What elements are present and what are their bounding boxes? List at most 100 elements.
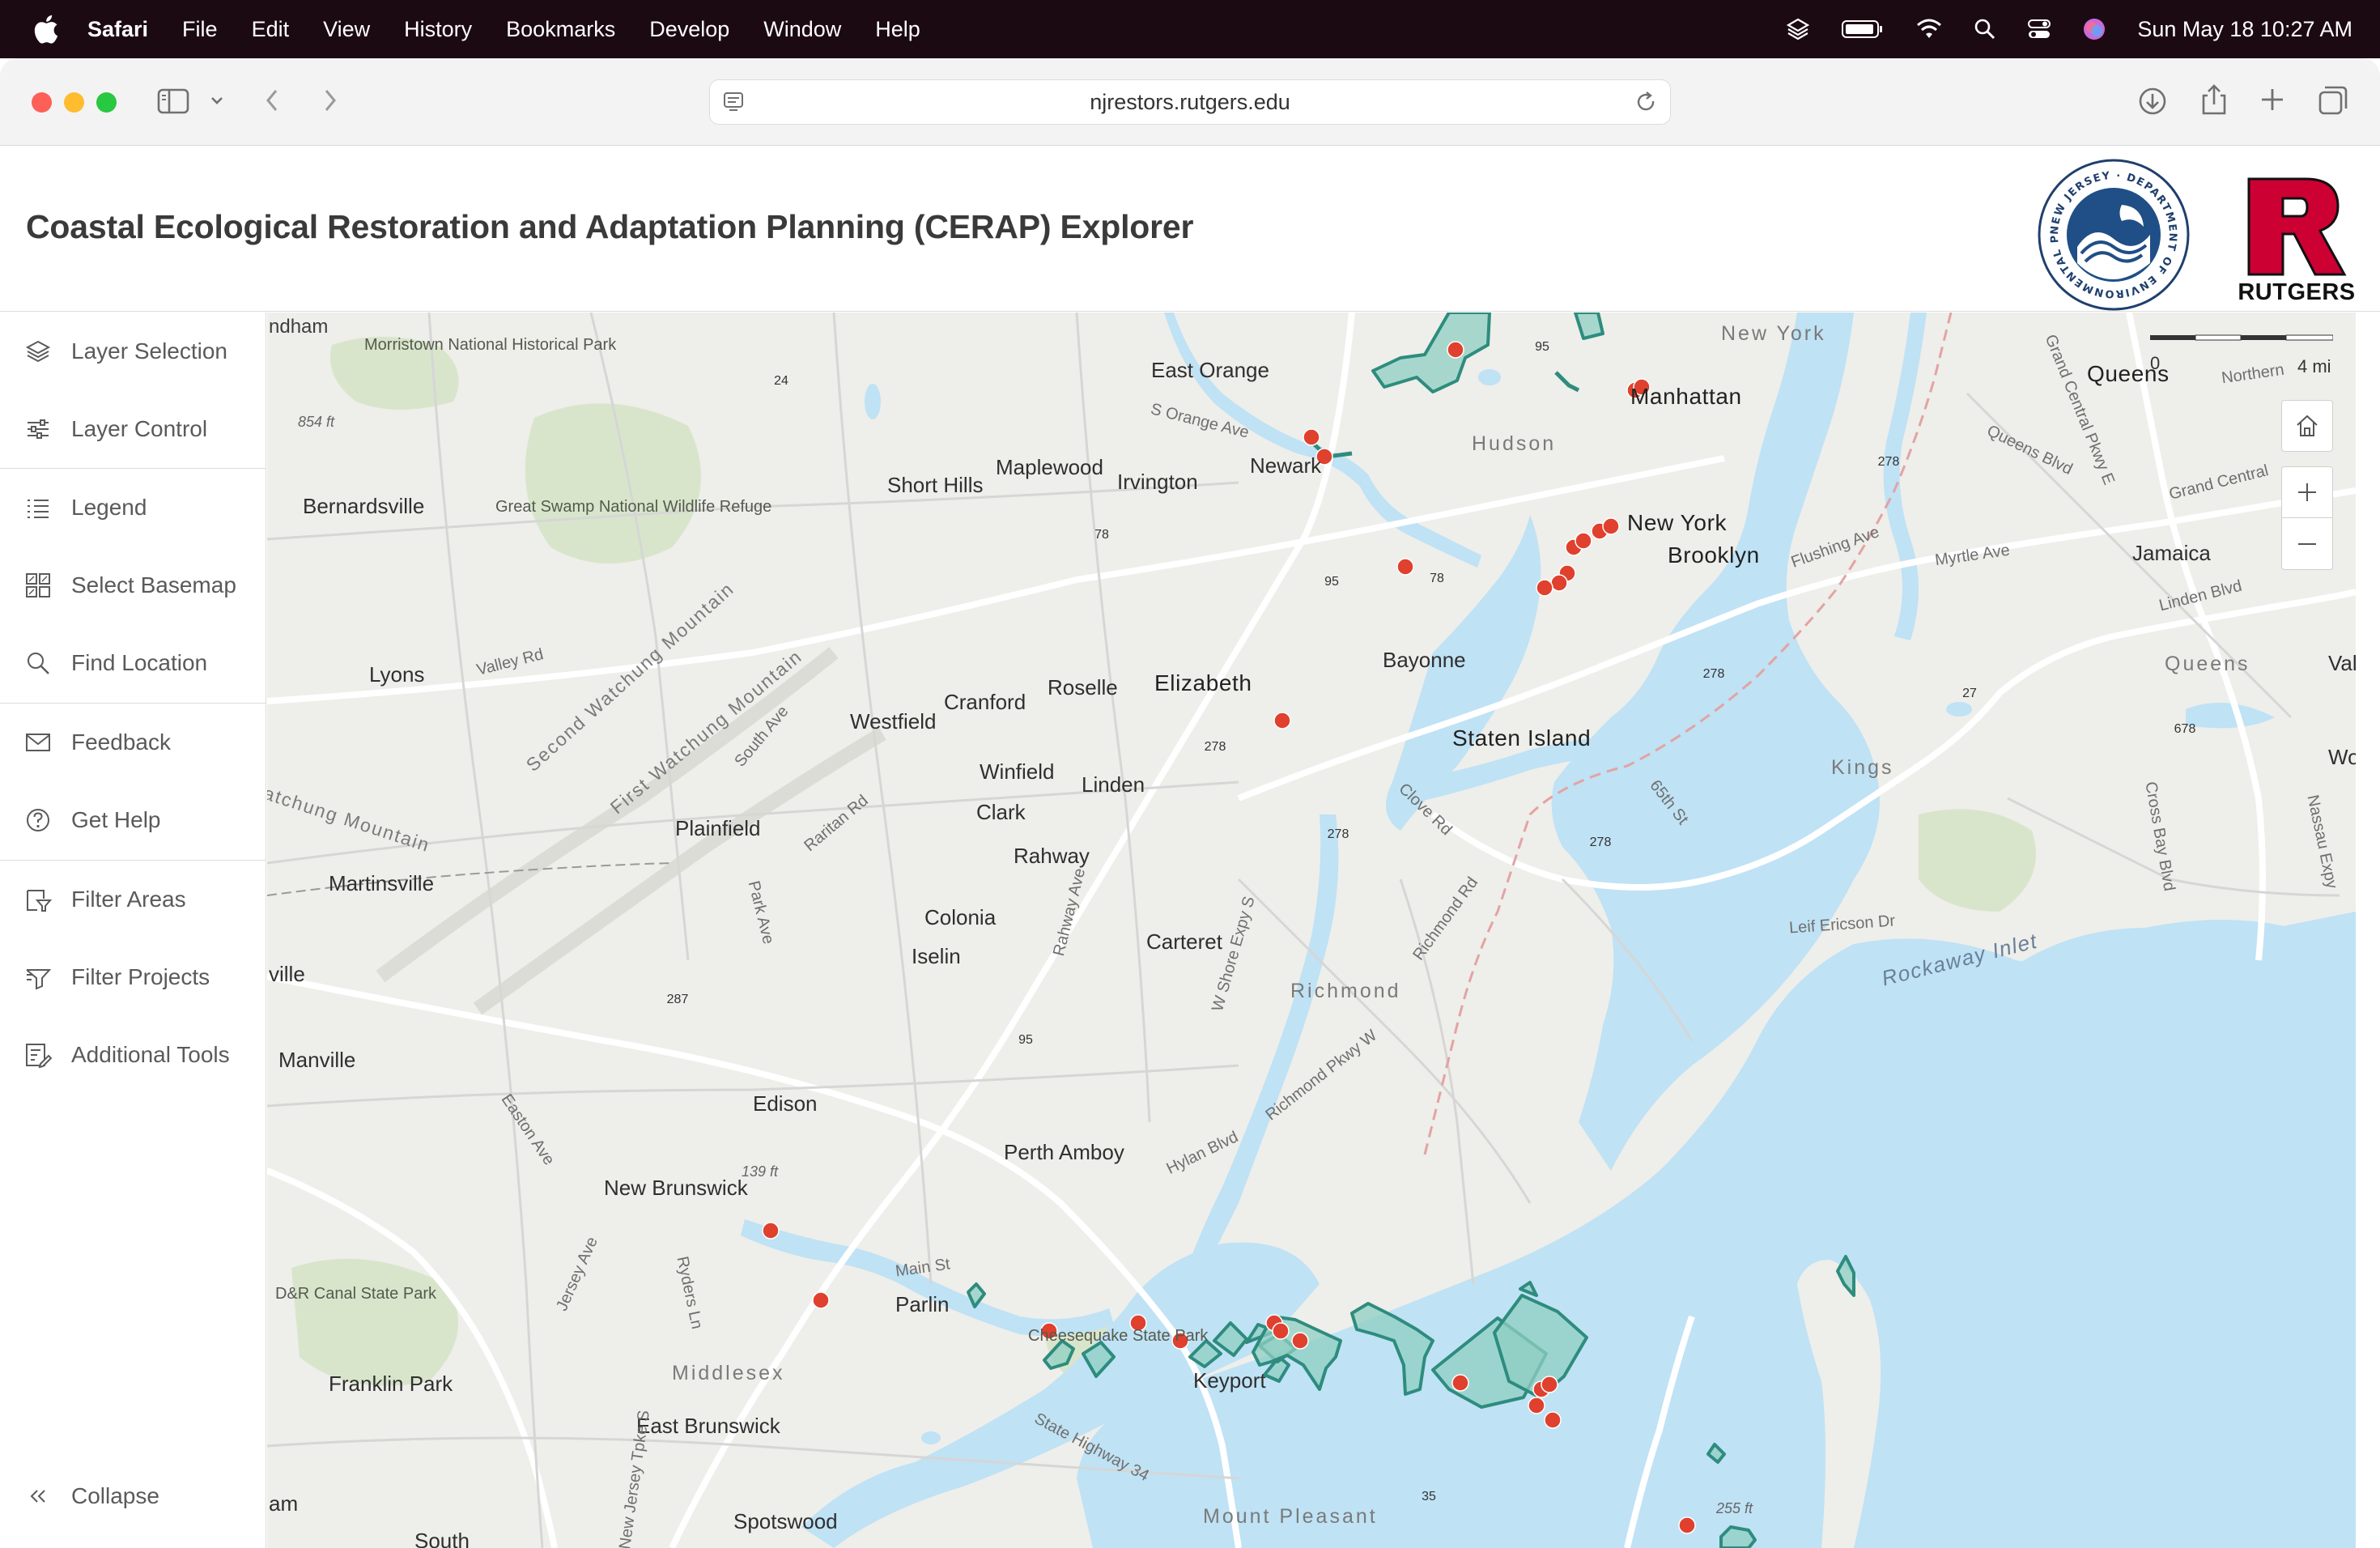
url-text[interactable]: njrestors.rutgers.edu bbox=[1090, 90, 1290, 115]
map-label-elevation: 255 ft bbox=[1716, 1500, 1753, 1516]
map-label-city: Jamaica bbox=[2132, 541, 2211, 565]
sidebar-item-filter-projects[interactable]: Filter Projects bbox=[0, 938, 266, 1016]
project-point[interactable] bbox=[1550, 574, 1568, 592]
menu-window[interactable]: Window bbox=[763, 17, 841, 42]
app-header: Coastal Ecological Restoration and Adapt… bbox=[0, 147, 2380, 312]
sidebar-item-legend[interactable]: Legend bbox=[0, 469, 266, 546]
address-bar[interactable]: njrestors.rutgers.edu bbox=[709, 79, 1671, 125]
highway-shield: 35 bbox=[1415, 1485, 1444, 1511]
sidebar-item-find-location[interactable]: Find Location bbox=[0, 624, 266, 702]
home-button[interactable] bbox=[2281, 400, 2333, 452]
chevron-down-icon[interactable] bbox=[209, 94, 225, 107]
page-title: Coastal Ecological Restoration and Adapt… bbox=[26, 208, 1194, 245]
window-zoom-button[interactable] bbox=[96, 92, 117, 113]
zoom-out-button[interactable] bbox=[2281, 518, 2333, 570]
project-point[interactable] bbox=[1272, 1322, 1290, 1340]
project-point[interactable] bbox=[1528, 1397, 1545, 1414]
highway-shield: 95 bbox=[1012, 1028, 1041, 1054]
map-label-city: Staten Island bbox=[1452, 725, 1592, 751]
sidebar-item-select-basemap[interactable]: Select Basemap bbox=[0, 546, 266, 624]
map-view[interactable]: ndham Morristown National Historical Par… bbox=[267, 313, 2356, 1548]
nj-dep-seal-logo[interactable]: NEW JERSEY · DEPARTMENT OF ENVIRONMENTAL… bbox=[2037, 158, 2191, 312]
menu-develop[interactable]: Develop bbox=[649, 17, 729, 42]
project-area[interactable] bbox=[1350, 1302, 1434, 1396]
sidebar-item-feedback[interactable]: Feedback bbox=[0, 704, 266, 781]
project-area[interactable] bbox=[1082, 1341, 1116, 1378]
sidebar-item-label: Layer Selection bbox=[71, 338, 228, 364]
project-point[interactable] bbox=[1273, 712, 1291, 729]
project-point[interactable] bbox=[1303, 428, 1320, 446]
map-label-area: Mount Pleasant bbox=[1203, 1505, 1378, 1528]
filter-projects-icon bbox=[26, 969, 52, 990]
project-area[interactable] bbox=[1519, 1281, 1538, 1297]
sidebar-item-layer-selection[interactable]: Layer Selection bbox=[0, 313, 266, 390]
project-area[interactable] bbox=[1371, 313, 1491, 393]
layers-status-icon[interactable] bbox=[1786, 17, 1810, 41]
project-area[interactable] bbox=[1706, 1443, 1726, 1464]
map-label-city: Irvington bbox=[1117, 470, 1198, 494]
project-point[interactable] bbox=[1678, 1516, 1696, 1534]
project-point[interactable] bbox=[1541, 1376, 1558, 1393]
sidebar-item-get-help[interactable]: Get Help bbox=[0, 781, 266, 859]
sidebar-item-filter-areas[interactable]: Filter Areas bbox=[0, 861, 266, 938]
menu-bookmarks[interactable]: Bookmarks bbox=[506, 17, 615, 42]
zoom-in-button[interactable] bbox=[2281, 466, 2333, 518]
menu-clock[interactable]: Sun May 18 10:27 AM bbox=[2137, 17, 2352, 42]
new-tab-icon[interactable] bbox=[2259, 86, 2286, 113]
wifi-icon[interactable] bbox=[1915, 19, 1943, 40]
project-point[interactable] bbox=[1536, 579, 1553, 597]
project-point[interactable] bbox=[1451, 1374, 1469, 1392]
sidebar-item-layer-control[interactable]: Layer Control bbox=[0, 390, 266, 468]
back-button[interactable] bbox=[262, 87, 282, 113]
spotlight-search-icon[interactable] bbox=[1974, 18, 1996, 40]
page-right-margin bbox=[2356, 313, 2380, 1548]
map-label-city: Val bbox=[2328, 651, 2356, 675]
project-point[interactable] bbox=[1575, 532, 1592, 550]
battery-icon[interactable] bbox=[1841, 19, 1885, 40]
sidebar-item-additional-tools[interactable]: Additional Tools bbox=[0, 1016, 266, 1094]
menu-file[interactable]: File bbox=[182, 17, 218, 42]
project-area-line[interactable] bbox=[1554, 371, 1580, 393]
project-point[interactable] bbox=[1291, 1332, 1309, 1350]
page-settings-icon[interactable] bbox=[721, 90, 746, 114]
map-label-area: New York bbox=[1721, 322, 1826, 345]
project-area[interactable] bbox=[1043, 1339, 1075, 1370]
window-close-button[interactable] bbox=[32, 92, 52, 113]
map-label-city: Linden bbox=[1082, 772, 1145, 797]
project-point[interactable] bbox=[1544, 1411, 1562, 1429]
menu-history[interactable]: History bbox=[404, 17, 472, 42]
sidebar-toggle-icon[interactable] bbox=[157, 87, 189, 115]
siri-icon[interactable] bbox=[2082, 17, 2106, 41]
project-area[interactable] bbox=[1574, 313, 1604, 340]
menu-app-safari[interactable]: Safari bbox=[87, 17, 148, 42]
menu-edit[interactable]: Edit bbox=[252, 17, 290, 42]
menu-view[interactable]: View bbox=[323, 17, 370, 42]
project-point[interactable] bbox=[762, 1222, 780, 1240]
project-point[interactable] bbox=[812, 1291, 830, 1309]
reload-icon[interactable] bbox=[1634, 90, 1659, 114]
collapse-button[interactable]: Collapse bbox=[0, 1457, 266, 1535]
apple-menu-icon[interactable] bbox=[32, 15, 58, 44]
downloads-icon[interactable] bbox=[2137, 86, 2168, 117]
map-label-city: Manhattan bbox=[1630, 384, 1742, 409]
project-area[interactable] bbox=[1252, 1315, 1342, 1391]
list-icon bbox=[28, 500, 49, 518]
control-center-icon[interactable] bbox=[2027, 18, 2051, 40]
project-area[interactable] bbox=[967, 1282, 986, 1308]
window-minimize-button[interactable] bbox=[64, 92, 84, 113]
rutgers-logo[interactable]: RUTGERS bbox=[2236, 174, 2357, 307]
map-label-city: Martinsville bbox=[329, 871, 435, 895]
tab-overview-icon[interactable] bbox=[2317, 84, 2349, 117]
rutgers-wordmark: RUTGERS bbox=[2238, 279, 2356, 305]
layers-icon bbox=[25, 340, 51, 363]
forward-button[interactable] bbox=[321, 87, 340, 113]
share-icon[interactable] bbox=[2200, 83, 2228, 117]
project-point[interactable] bbox=[1396, 558, 1414, 576]
sidebar-item-label: Filter Projects bbox=[71, 964, 210, 989]
project-area[interactable] bbox=[1719, 1525, 1757, 1548]
map-label-elevation: 139 ft bbox=[742, 1163, 779, 1180]
project-area[interactable] bbox=[1836, 1255, 1855, 1297]
project-point[interactable] bbox=[1602, 517, 1620, 535]
menu-help[interactable]: Help bbox=[875, 17, 920, 42]
project-point[interactable] bbox=[1447, 341, 1464, 359]
